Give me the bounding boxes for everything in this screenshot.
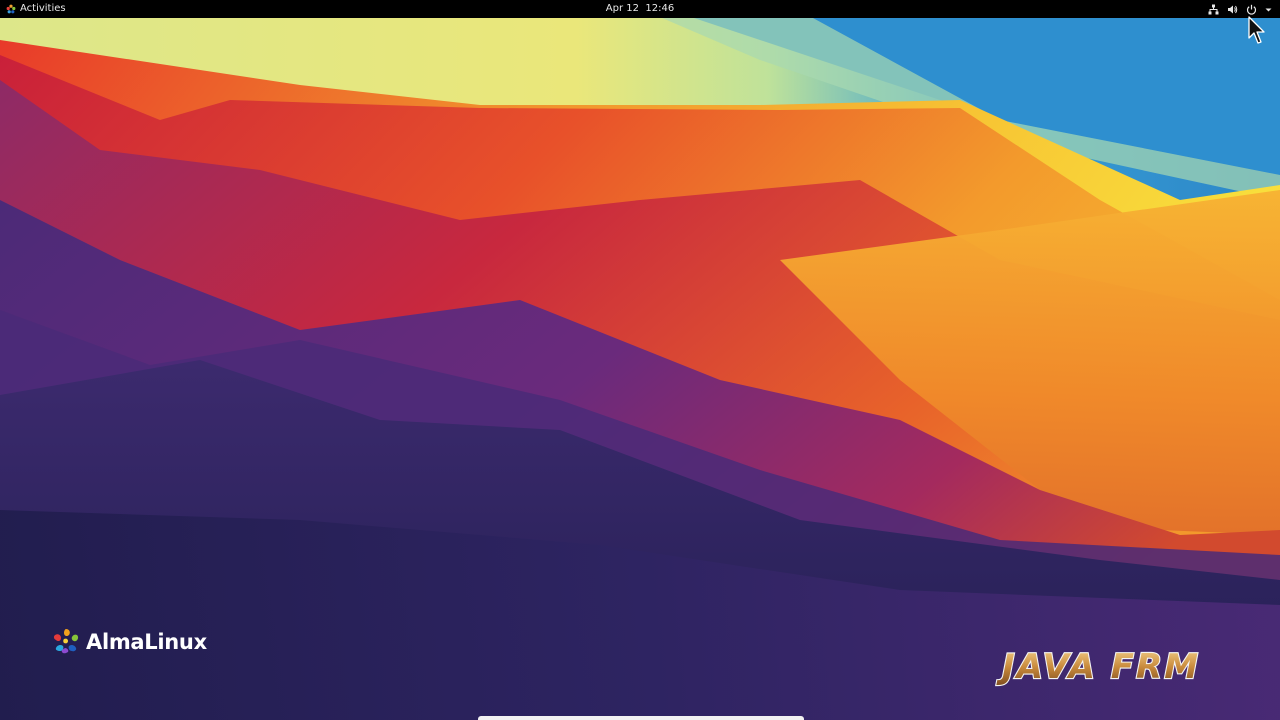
almalinux-logo: AlmaLinux [50,626,207,658]
activities-label: Activities [20,3,66,14]
network-wired-icon [1208,4,1219,14]
desktop-screen: Activities Apr 12 12:46 AlmaLinux JAVA F… [0,0,1280,720]
top-bar: Activities Apr 12 12:46 [0,0,1280,18]
mouse-pointer-icon [1248,16,1265,44]
watermark-text: JAVA FRM [996,647,1200,687]
activities-button[interactable]: Activities [6,0,66,18]
almalinux-icon [6,4,16,14]
desktop-wallpaper [0,0,1280,720]
java-frm-watermark: JAVA FRM [995,646,1200,688]
volume-icon [1228,5,1238,13]
dock-edge[interactable] [478,716,804,720]
power-icon [1246,4,1257,15]
almalinux-icon [53,629,79,654]
clock-container: Apr 12 12:46 [0,0,1280,18]
clock-button[interactable]: Apr 12 12:46 [606,3,674,14]
chevron-down-icon [1265,8,1272,11]
almalinux-wordmark: AlmaLinux [86,630,207,654]
